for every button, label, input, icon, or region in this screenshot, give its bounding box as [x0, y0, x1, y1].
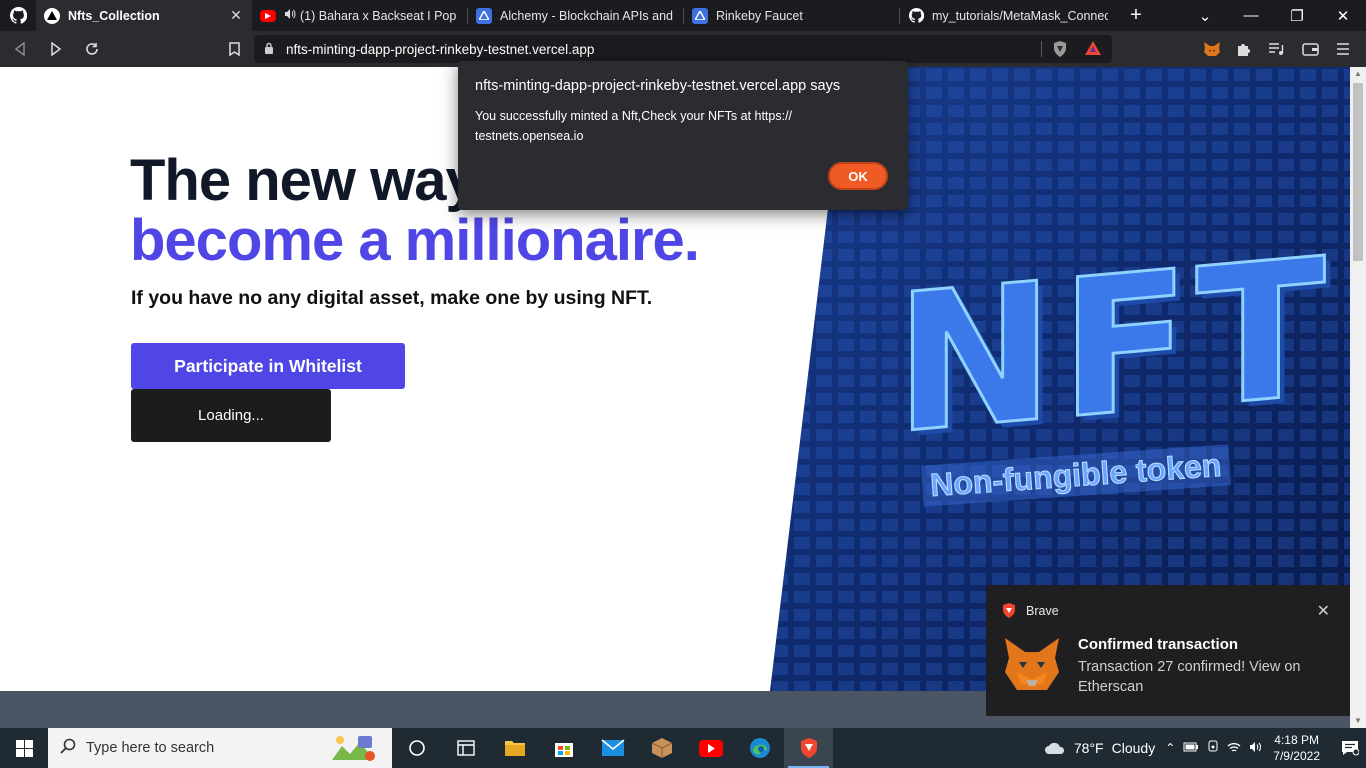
url-text[interactable]: nfts-minting-dapp-project-rinkeby-testne… [286, 42, 594, 57]
search-icon [60, 738, 76, 758]
scroll-down-arrow[interactable]: ▼ [1350, 714, 1366, 728]
tab-rinkeby-faucet[interactable]: Rinkeby Faucet [684, 0, 900, 31]
toast-app-name: Brave [1026, 604, 1059, 618]
clock-date: 7/9/2022 [1273, 749, 1320, 763]
dialog-message: You successfully minted a Nft,Check your… [475, 109, 793, 143]
github-icon [908, 8, 924, 24]
extensions-puzzle-icon[interactable] [1230, 35, 1258, 63]
system-clock[interactable]: 4:18 PM 7/9/2022 [1273, 732, 1320, 764]
back-button[interactable] [4, 35, 36, 63]
windows-start-icon[interactable] [0, 728, 48, 768]
scroll-up-arrow[interactable]: ▲ [1350, 67, 1366, 81]
page-scrollbar[interactable]: ▲ ▼ [1350, 67, 1366, 728]
tray-icons: ⌃ [1165, 740, 1263, 757]
tab-title: Nfts_Collection [68, 8, 160, 23]
metamask-fox-icon [1002, 636, 1062, 697]
nft-big-text: NFT [894, 215, 1333, 477]
brave-rewards-icon[interactable] [1084, 40, 1102, 59]
close-icon[interactable]: ✕ [1317, 601, 1330, 621]
metamask-icon[interactable] [1198, 35, 1226, 63]
dialog-ok-button[interactable]: OK [828, 162, 888, 190]
edge-icon[interactable] [735, 728, 784, 768]
address-divider [1041, 41, 1042, 57]
tab-title: Alchemy - Blockchain APIs and N [500, 8, 676, 23]
taskbar-search-box[interactable]: Type here to search [48, 728, 392, 768]
tab-github-tutorials[interactable]: my_tutorials/MetaMask_Connect [900, 0, 1116, 31]
mail-icon[interactable] [588, 728, 637, 768]
speaker-icon[interactable] [284, 8, 296, 23]
youtube-app-icon[interactable] [686, 728, 735, 768]
new-tab-button[interactable]: + [1116, 0, 1156, 31]
tab-title: Rinkeby Faucet [716, 8, 803, 23]
microsoft-store-icon[interactable] [539, 728, 588, 768]
usb-device-icon[interactable] [1207, 740, 1219, 757]
task-view-icon[interactable] [392, 728, 441, 768]
headline-line-2: become a millionaire. [130, 208, 700, 273]
brave-taskbar-icon[interactable] [784, 728, 833, 768]
youtube-icon [260, 9, 276, 22]
vercel-icon [44, 7, 60, 24]
package-app-icon[interactable] [637, 728, 686, 768]
weather-desc: Cloudy [1111, 740, 1156, 756]
alert-dialog: nfts-minting-dapp-project-rinkeby-testne… [458, 61, 908, 210]
search-placeholder: Type here to search [86, 740, 215, 756]
tab-strip: Nfts_Collection ✕ (1) Bahara x Backseat … [0, 0, 1366, 31]
scroll-thumb[interactable] [1353, 83, 1363, 261]
mint-loading-button[interactable]: Loading... [131, 389, 331, 442]
window-controls: ⌄ — ❐ ✕ [1182, 0, 1366, 31]
toast-body: Transaction 27 confirmed! View on Ethers… [1078, 659, 1301, 695]
restore-button[interactable]: ❐ [1274, 0, 1320, 31]
toast-title: Confirmed transaction [1078, 636, 1239, 653]
weather-widget[interactable]: 78°F Cloudy [1044, 740, 1155, 756]
wifi-icon[interactable] [1227, 741, 1241, 756]
lock-icon[interactable] [264, 42, 274, 57]
notification-toast[interactable]: Brave ✕ Confirmed transaction Transactio… [986, 585, 1350, 716]
wallet-icon[interactable] [1296, 35, 1324, 63]
tab-search-chevron-icon[interactable]: ⌄ [1182, 0, 1228, 31]
tab-alchemy[interactable]: Alchemy - Blockchain APIs and N [468, 0, 684, 31]
brave-shields-icon[interactable] [1052, 40, 1068, 61]
alchemy-icon [692, 7, 708, 24]
menu-hamburger-icon[interactable] [1329, 35, 1357, 63]
playlist-icon[interactable] [1262, 35, 1290, 63]
notification-center-icon[interactable] [1334, 740, 1366, 756]
volume-icon[interactable] [1249, 741, 1263, 756]
file-explorer-icon[interactable] [490, 728, 539, 768]
participate-whitelist-button[interactable]: Participate in Whitelist [131, 343, 405, 389]
system-tray: 78°F Cloudy ⌃ 4:18 PM 7/9/2022 [1044, 728, 1366, 768]
chevron-up-icon[interactable]: ⌃ [1165, 741, 1175, 755]
windows-taskbar: Type here to search 78°F Cloudy ⌃ 4:18 P… [0, 728, 1366, 768]
dialog-title: nfts-minting-dapp-project-rinkeby-testne… [475, 78, 841, 94]
reload-button[interactable] [76, 35, 108, 63]
widgets-icon[interactable] [441, 728, 490, 768]
forward-button[interactable] [40, 35, 72, 63]
brave-icon [1002, 603, 1016, 623]
weather-temp: 78°F [1073, 740, 1104, 756]
battery-icon[interactable] [1183, 741, 1199, 755]
address-bar[interactable]: nfts-minting-dapp-project-rinkeby-testne… [254, 35, 1112, 63]
minimize-button[interactable]: — [1228, 0, 1274, 31]
alchemy-icon [476, 7, 492, 24]
tab-nfts-collection[interactable]: Nfts_Collection ✕ [36, 0, 252, 31]
search-highlight-icon [330, 732, 378, 768]
close-window-button[interactable]: ✕ [1320, 0, 1366, 31]
cloud-icon [1044, 742, 1064, 754]
subheading: If you have no any digital asset, make o… [131, 287, 653, 309]
tab-title: (1) Bahara x Backseat I Pop Sm [300, 8, 460, 23]
close-tab-icon[interactable]: ✕ [228, 7, 244, 24]
tab-title: my_tutorials/MetaMask_Connect [932, 8, 1108, 23]
tab-youtube[interactable]: (1) Bahara x Backseat I Pop Sm [252, 0, 468, 31]
clock-time: 4:18 PM [1274, 733, 1319, 747]
github-icon[interactable] [0, 0, 36, 31]
bookmark-icon[interactable] [218, 35, 250, 63]
